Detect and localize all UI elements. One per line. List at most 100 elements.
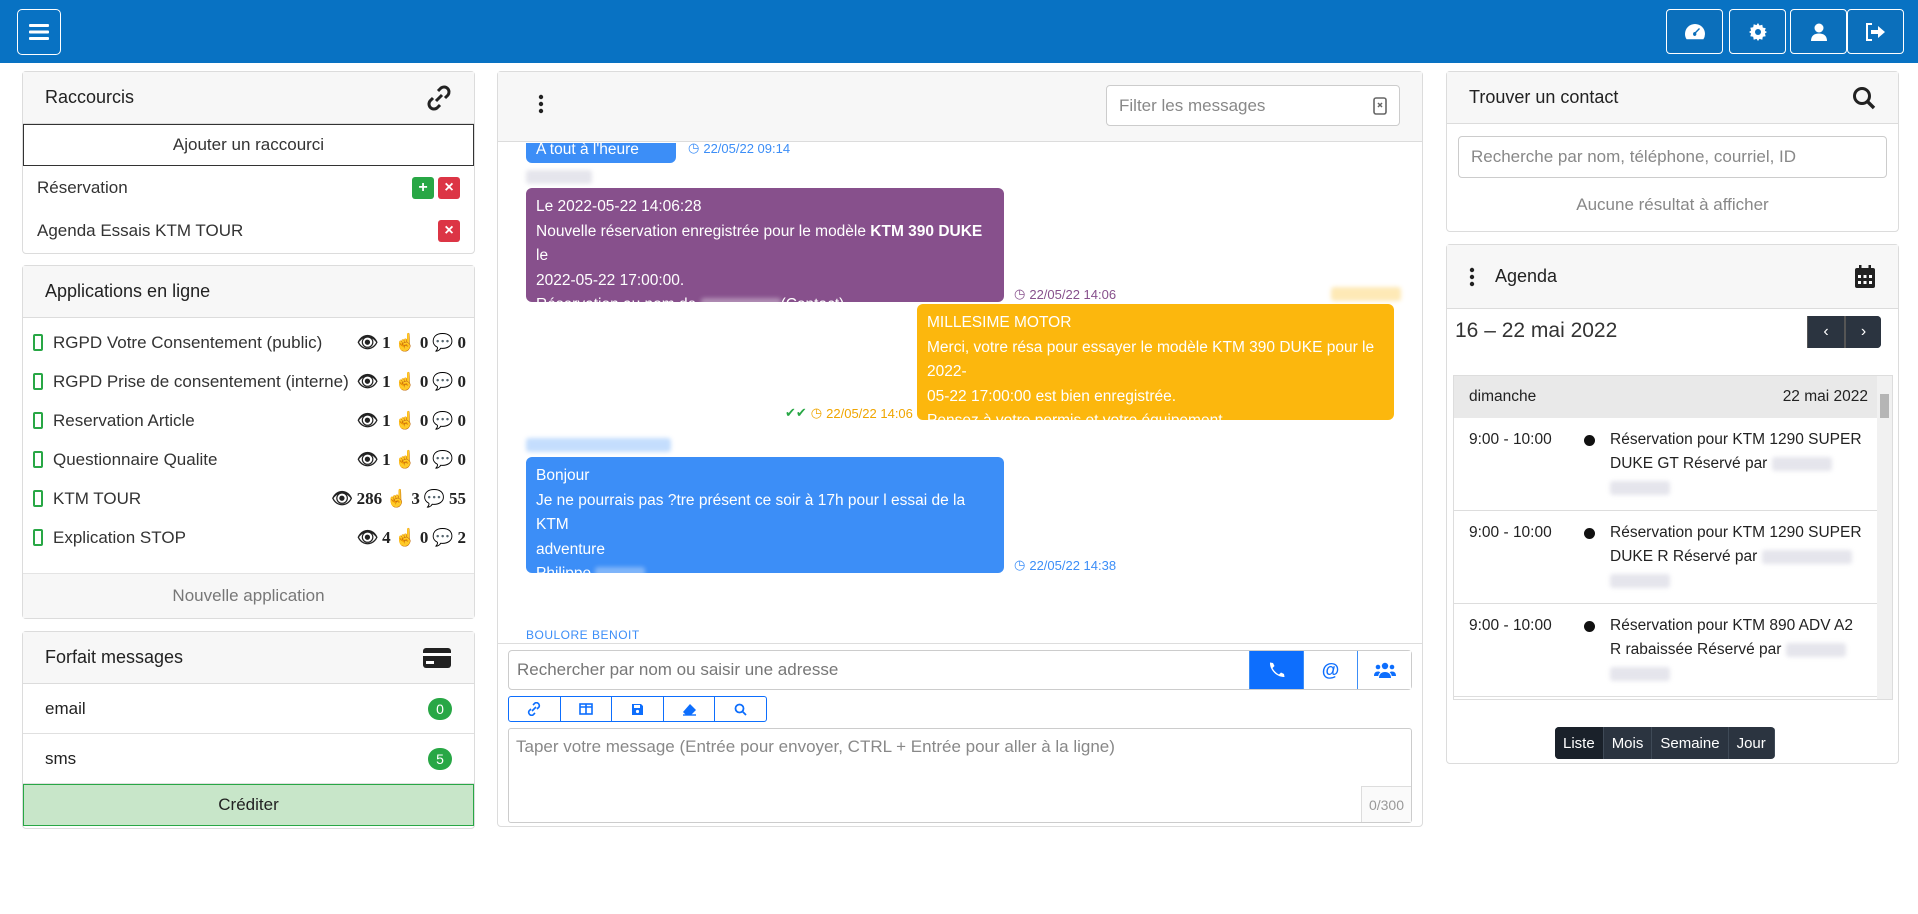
time-text: 22/05/22 14:06 [826,405,913,421]
apps-list: RGPD Votre Consentement (public) 👁 1 ☝ 0 💬… [23,318,474,557]
message-textarea[interactable]: Taper votre message (Entrée pour envoyer… [508,728,1412,823]
agenda-event[interactable]: 9:00 - 10:00 Réservation pour KTM 1290 S… [1454,511,1892,604]
link-icon[interactable] [426,85,452,111]
time-text: 22/05/22 14:38 [1029,557,1117,573]
forfait-row-email: email 0 [23,684,474,734]
app-name[interactable]: RGPD Votre Consentement (public) [53,333,357,353]
forfait-label: email [45,698,86,718]
clicks-count: 0 [419,371,429,391]
scrollbar-thumb[interactable] [1880,394,1889,418]
mobile-icon [33,373,43,390]
shortcut-item[interactable]: Réservation + × [23,166,474,209]
next-week-button[interactable]: › [1844,316,1881,348]
clock-icon: ◷ [810,405,823,420]
app-row[interactable]: Questionnaire Qualite 👁 1 ☝ 0 💬 0 [23,440,474,479]
more-vertical-icon[interactable] [538,94,544,114]
view-list-button[interactable]: Liste [1555,727,1604,759]
redacted-name [1785,642,1846,657]
app-row[interactable]: KTM TOUR 👁 286 ☝ 3 💬 55 [23,479,474,518]
app-row[interactable]: RGPD Votre Consentement (public) 👁 1 ☝ 0 💬… [23,323,474,362]
agenda-scrollbar[interactable] [1877,376,1892,699]
address-bar: Rechercher par nom ou saisir une adresse… [508,650,1412,690]
day-header: dimanche 22 mai 2022 [1454,376,1892,418]
group-button[interactable] [1357,651,1411,689]
shortcut-label[interactable]: Réservation [37,178,128,198]
clock-icon: ◷ [1014,286,1026,301]
agenda-list: dimanche 22 mai 2022 9:00 - 10:00 Réserv… [1453,375,1893,700]
views-count: 1 [382,449,391,469]
clicks-count: 0 [419,527,429,547]
clock-icon: ◷ [688,143,700,155]
menu-button[interactable] [17,9,61,55]
time-text: 22/05/22 09:14 [703,143,791,156]
redacted-name [1610,573,1670,588]
shortcut-item[interactable]: Agenda Essais KTM TOUR × [23,209,474,252]
agenda-title: Agenda [1495,266,1558,286]
app-stats: 👁 1 ☝ 0 💬 0 [357,333,466,353]
app-name[interactable]: Reservation Article [53,411,357,431]
clear-filter-icon[interactable] [1373,96,1387,115]
message-line: Je ne pourrais pas ?tre présent ce soir … [536,491,966,534]
eye-icon: 👁 [331,488,353,508]
close-icon[interactable]: × [438,176,460,199]
email-button[interactable]: @ [1303,651,1357,689]
app-row[interactable]: Reservation Article 👁 1 ☝ 0 💬 0 [23,401,474,440]
app-name[interactable]: KTM TOUR [53,489,331,509]
agenda-event[interactable]: 9:00 - 10:00 Réservation pour KTM 890 AD… [1454,604,1892,697]
template-tool[interactable] [561,697,613,721]
apps-panel: Applications en ligne RGPD Votre Consent… [22,265,475,619]
calendar-icon[interactable] [1854,264,1876,289]
comment-icon: 💬 [432,332,454,352]
dashboard-button[interactable] [1666,9,1723,54]
message-line: MILLESIME MOTOR [927,314,1072,331]
eye-icon: 👁 [356,449,379,469]
app-name[interactable]: Questionnaire Qualite [53,450,357,470]
add-shortcut-button[interactable]: Ajouter un raccourci [23,124,474,166]
redacted-name [700,297,781,312]
filter-messages-input[interactable]: Filter les messages [1106,85,1400,126]
erase-tool[interactable] [664,697,716,721]
views-count: 286 [356,488,383,508]
menu-icon [29,24,49,40]
views-count: 1 [382,410,391,430]
plus-icon[interactable]: + [412,176,434,199]
message-time: ◷ 22/05/22 14:06 [1014,286,1116,302]
contact-search-input[interactable]: Recherche par nom, téléphone, courriel, … [1458,136,1887,178]
event-line: Réservation pour KTM 1290 SUPER [1610,524,1862,541]
comments-count: 0 [457,371,467,391]
redacted-name [1771,456,1832,471]
link-tool[interactable] [509,697,561,721]
logout-button[interactable] [1847,9,1904,54]
count-badge: 5 [428,747,452,770]
message-line: Autre question, répondez nous sans surco… [927,436,1295,454]
view-week-button[interactable]: Semaine [1652,727,1729,759]
view-day-button[interactable]: Jour [1729,727,1775,759]
new-app-button[interactable]: Nouvelle application [23,573,474,618]
app-name[interactable]: Explication STOP [53,528,357,548]
shortcut-label[interactable]: Agenda Essais KTM TOUR [37,221,243,241]
phone-button[interactable] [1249,651,1303,689]
count-badge: 0 [428,697,452,720]
search-icon[interactable] [1852,86,1876,110]
message-line: 05-22 17:00:00 est bien enregistrée. [927,387,1177,405]
user-button[interactable] [1790,9,1847,54]
address-input[interactable]: Rechercher par nom ou saisir une adresse [509,651,1249,689]
app-name[interactable]: RGPD Prise de consentement (interne) [53,372,357,392]
no-result-text: Aucune résultat à afficher [1576,195,1769,214]
save-tool[interactable] [612,697,664,721]
composer: Rechercher par nom ou saisir une adresse… [508,650,1412,823]
app-row[interactable]: Explication STOP 👁 4 ☝ 0 💬 2 [23,518,474,557]
view-month-button[interactable]: Mois [1604,727,1653,759]
settings-button[interactable] [1729,9,1786,54]
event-title: Réservation pour KTM 890 ADV A2 R rabaiss… [1610,614,1868,686]
redacted-name [595,566,646,581]
prev-week-button[interactable]: ‹ [1807,316,1844,348]
more-vertical-icon[interactable] [1469,267,1475,287]
close-icon[interactable]: × [438,219,460,242]
search-tool[interactable] [715,697,766,721]
message-fragment: (Contact) [780,296,845,313]
agenda-event[interactable]: 9:00 - 10:00 Réservation pour KTM 1290 S… [1454,418,1892,511]
credit-button[interactable]: Créditer [23,784,474,826]
app-row[interactable]: RGPD Prise de consentement (interne) 👁 1 … [23,362,474,401]
comment-icon: 💬 [432,527,454,547]
